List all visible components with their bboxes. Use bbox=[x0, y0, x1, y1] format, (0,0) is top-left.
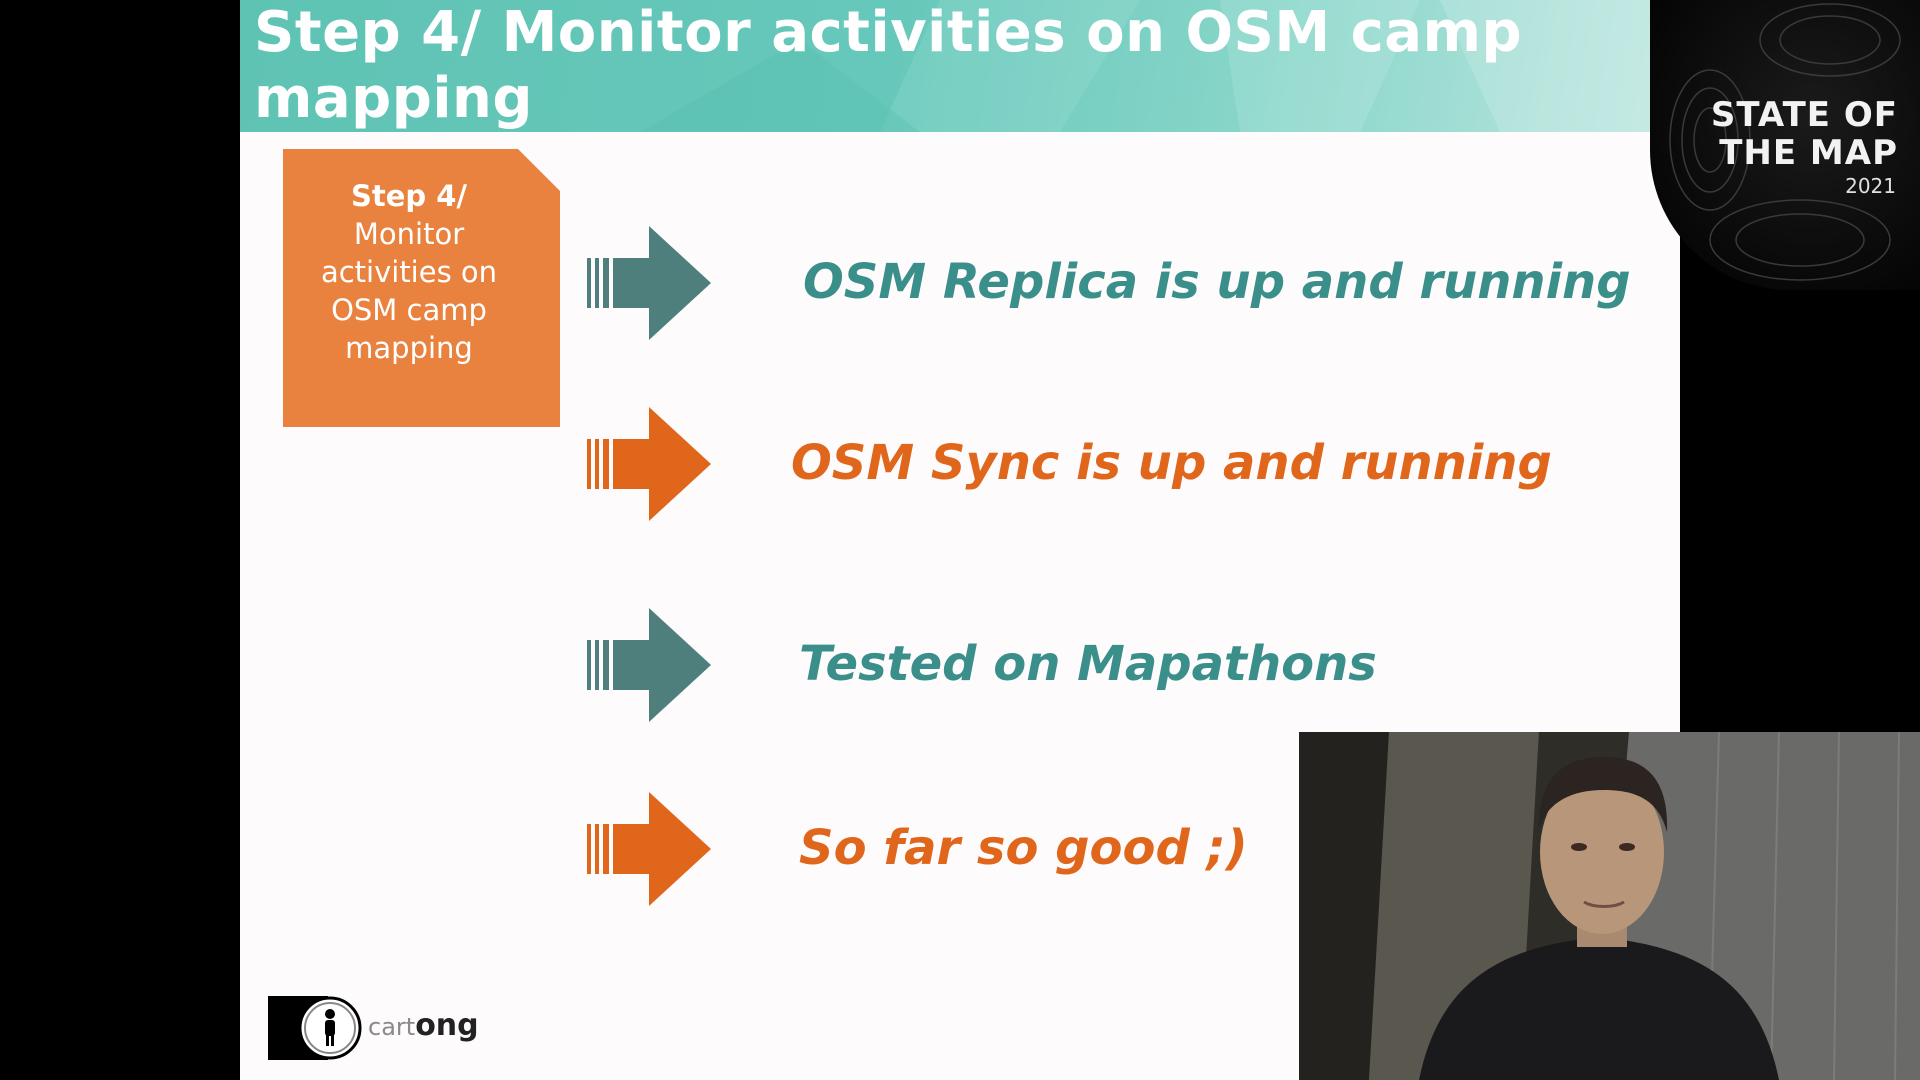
status-text-replica: OSM Replica is up and running bbox=[803, 254, 1631, 310]
teal-arrow-icon bbox=[587, 608, 711, 722]
status-text-so-far: So far so good ;) bbox=[799, 820, 1248, 876]
step-box-text: Step 4/ Monitor activities on OSM camp m… bbox=[283, 177, 535, 367]
status-row-sync: OSM Sync is up and running bbox=[587, 403, 1667, 533]
step-box-body: Monitor activities on OSM camp mapping bbox=[320, 217, 498, 365]
cartong-logo-bold: ong bbox=[415, 1008, 479, 1043]
cartong-logo: cartong bbox=[268, 996, 488, 1060]
slide-title: Step 4/ Monitor activities on OSM camp m… bbox=[254, 0, 1523, 131]
speaker-video-frame bbox=[1299, 732, 1920, 1080]
step-box-title: Step 4/ bbox=[350, 179, 468, 213]
badge-year: 2021 bbox=[1845, 174, 1896, 198]
slide-header: Step 4/ Monitor activities on OSM camp m… bbox=[240, 0, 1680, 132]
teal-arrow-icon bbox=[587, 226, 711, 340]
status-text-mapathons: Tested on Mapathons bbox=[799, 636, 1377, 692]
step-box: Step 4/ Monitor activities on OSM camp m… bbox=[283, 149, 560, 427]
orange-arrow-icon bbox=[587, 407, 711, 521]
status-text-sync: OSM Sync is up and running bbox=[791, 435, 1552, 491]
orange-arrow-icon bbox=[587, 792, 711, 906]
cartong-logo-light: cart bbox=[368, 1013, 416, 1041]
badge-line-2: THE MAP bbox=[1719, 133, 1898, 173]
cartong-logo-text: cartong bbox=[368, 1008, 479, 1043]
badge-line-1: STATE OF bbox=[1710, 95, 1898, 135]
speaker-webcam bbox=[1299, 732, 1920, 1080]
cartong-logo-icon bbox=[268, 996, 362, 1060]
status-row-mapathons: Tested on Mapathons bbox=[587, 604, 1667, 734]
status-row-replica: OSM Replica is up and running bbox=[587, 222, 1667, 352]
state-of-the-map-badge: STATE OF THE MAP 2021 bbox=[1650, 0, 1920, 290]
